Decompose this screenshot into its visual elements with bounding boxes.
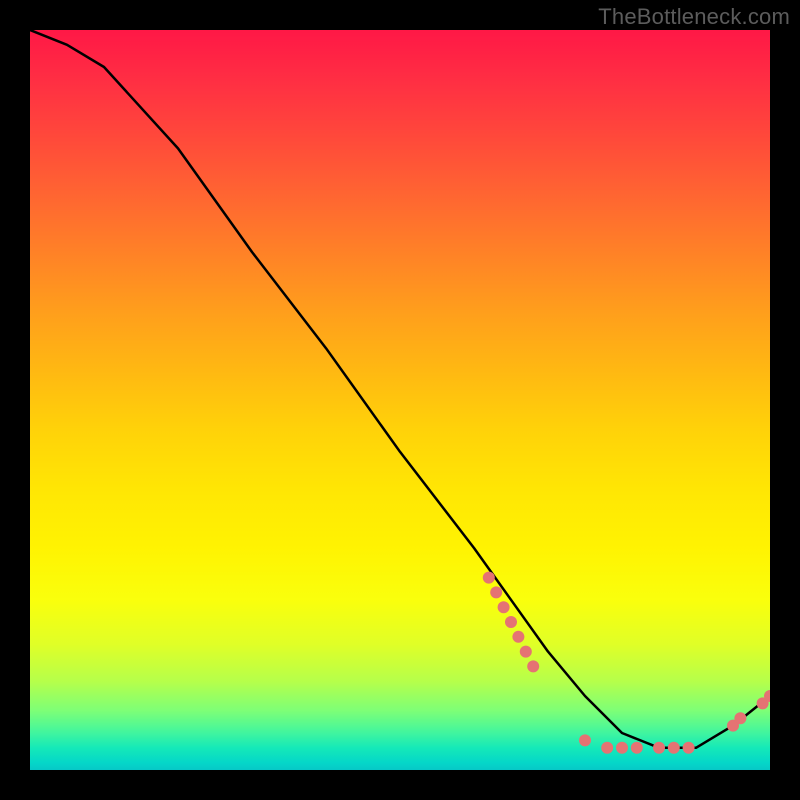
marker-flat-e (653, 742, 665, 754)
marker-flat-f (668, 742, 680, 754)
chart-overlay (30, 30, 770, 770)
marker-flat-b (601, 742, 613, 754)
marker-cluster-left-d (505, 616, 517, 628)
plot-area (30, 30, 770, 770)
marker-flat-d (631, 742, 643, 754)
watermark-text: TheBottleneck.com (598, 4, 790, 30)
marker-right-b (734, 712, 746, 724)
marker-right-a (727, 720, 739, 732)
marker-flat-g (683, 742, 695, 754)
marker-group (483, 572, 770, 754)
marker-flat-a (579, 734, 591, 746)
marker-cluster-left-b (490, 586, 502, 598)
marker-cluster-left-a (483, 572, 495, 584)
marker-cluster-left-c (498, 601, 510, 613)
marker-right-d (764, 690, 770, 702)
marker-cluster-left-f (520, 646, 532, 658)
marker-flat-c (616, 742, 628, 754)
bottleneck-curve (30, 30, 770, 748)
marker-cluster-left-g (527, 660, 539, 672)
marker-cluster-left-e (512, 631, 524, 643)
chart-frame: TheBottleneck.com (0, 0, 800, 800)
marker-right-c (757, 697, 769, 709)
